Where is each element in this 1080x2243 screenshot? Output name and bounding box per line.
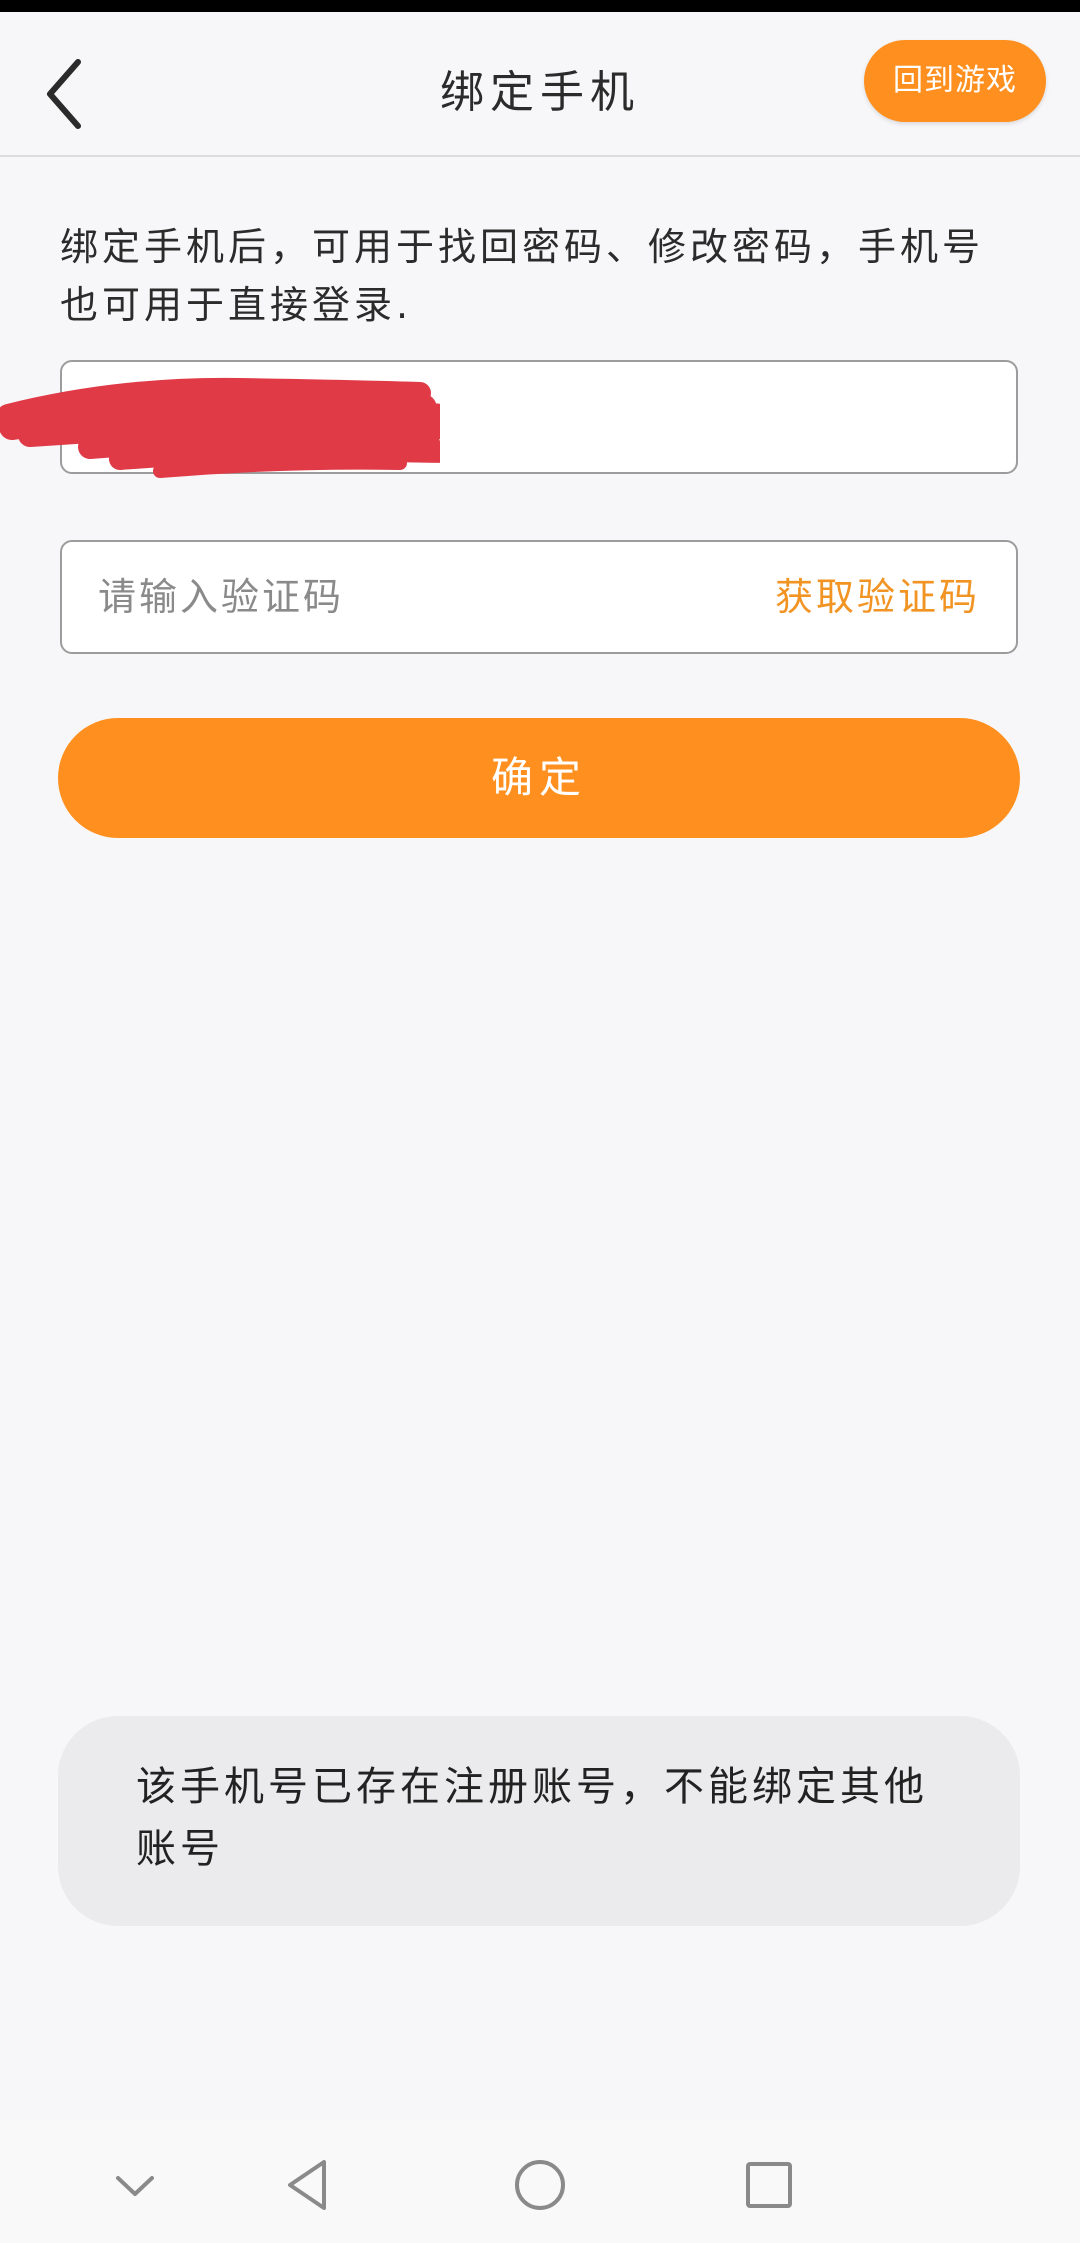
header: 绑定手机 回到游戏 [0, 12, 1080, 157]
verification-code-placeholder: 请输入验证码 [98, 575, 345, 619]
description-text: 绑定手机后，可用于找回密码、修改密码，手机号也可用于直接登录. [60, 225, 985, 327]
system-navigation-bar [0, 2120, 1080, 2243]
square-recent-icon[interactable] [734, 2150, 804, 2220]
toast-message: 该手机号已存在注册账号，不能绑定其他账号 [136, 1764, 928, 1872]
redaction-scribble [0, 377, 440, 478]
return-to-game-button[interactable]: 回到游戏 [864, 40, 1046, 122]
confirm-button[interactable]: 确定 [58, 718, 1020, 838]
get-verification-code-button[interactable]: 获取验证码 [775, 542, 980, 652]
triangle-back-icon[interactable] [274, 2150, 344, 2220]
chevron-down-icon[interactable] [100, 2150, 170, 2220]
status-bar [0, 0, 1080, 12]
error-toast: 该手机号已存在注册账号，不能绑定其他账号 [58, 1716, 1020, 1926]
verification-code-input[interactable]: 请输入验证码 获取验证码 [60, 540, 1018, 654]
circle-home-icon[interactable] [505, 2150, 575, 2220]
